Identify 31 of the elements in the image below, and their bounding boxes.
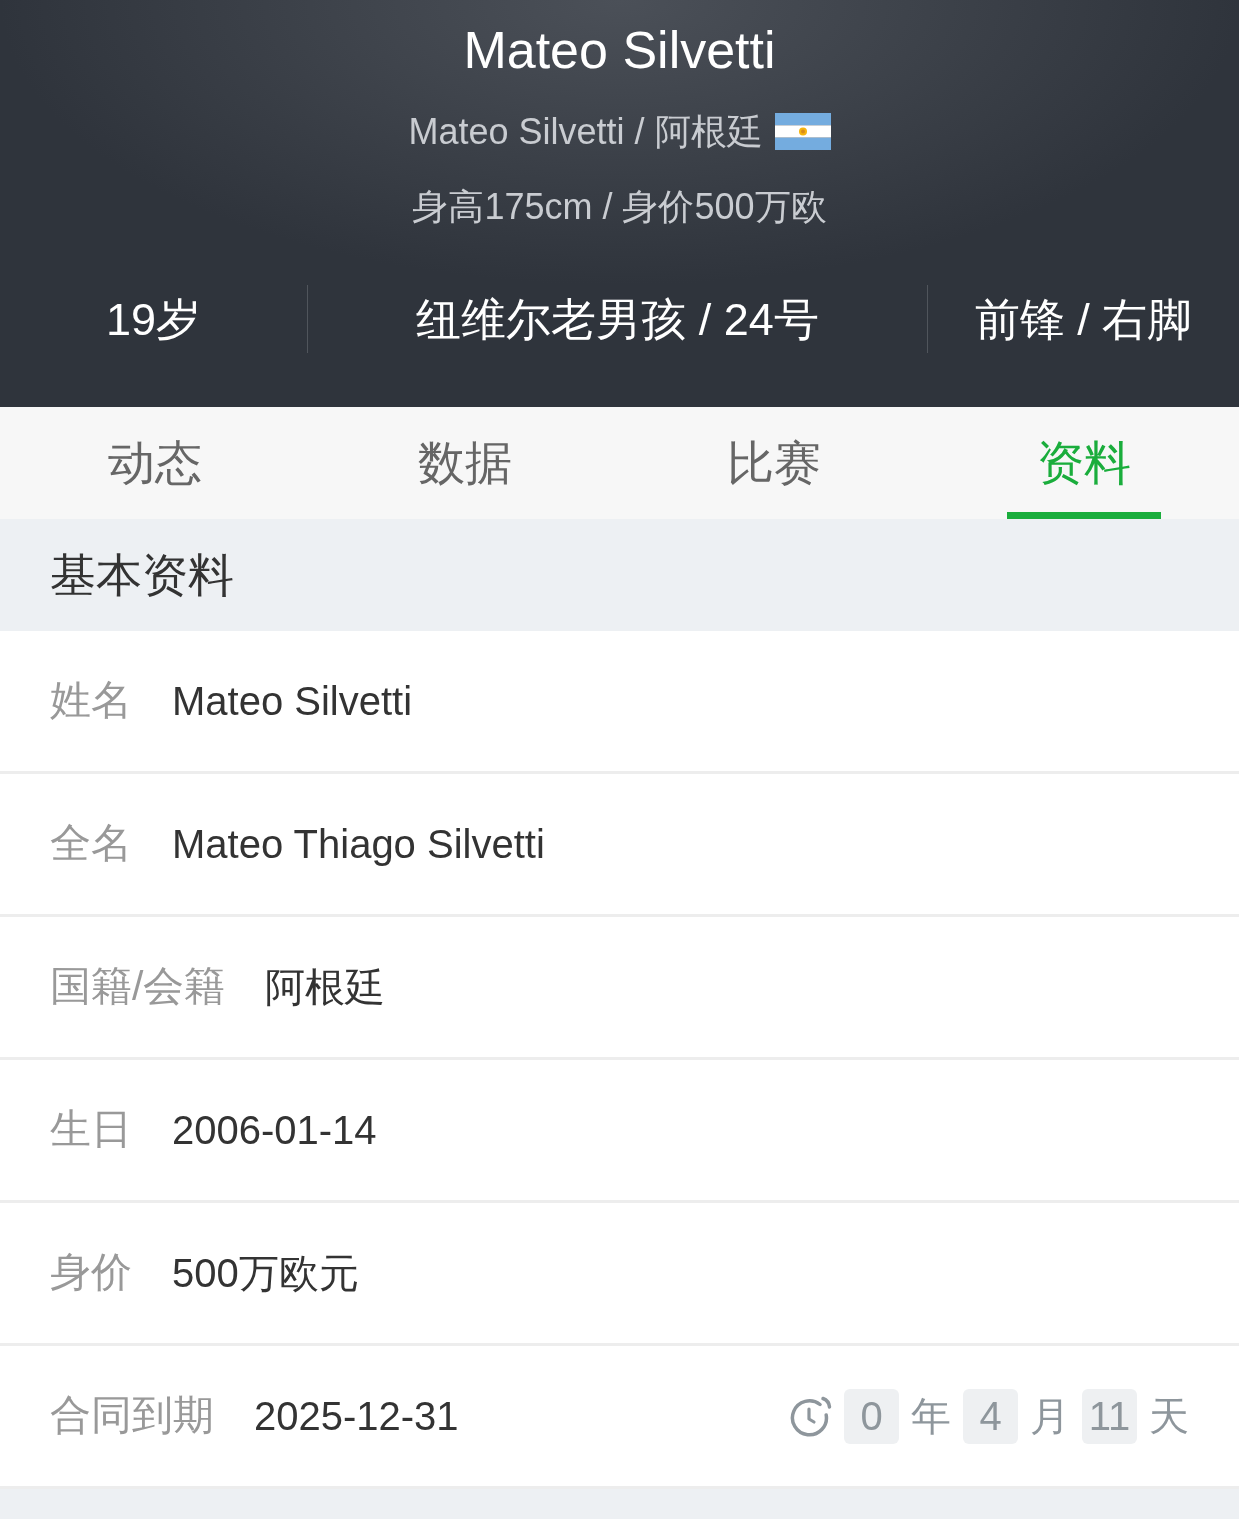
field-label: 身价 bbox=[50, 1248, 132, 1298]
stat-text: 纽维尔老男孩 / 24号 bbox=[416, 296, 819, 342]
countdown-number: 0 bbox=[844, 1388, 899, 1444]
countdown-number: 4 bbox=[963, 1388, 1018, 1444]
section-title: 基本资料 bbox=[50, 547, 234, 603]
player-name: Mateo Silvetti bbox=[463, 24, 776, 76]
field-label: 生日 bbox=[50, 1105, 132, 1155]
field-label: 合同到期 bbox=[50, 1391, 214, 1441]
countdown-unit: 年 bbox=[911, 1396, 951, 1436]
countdown-unit: 天 bbox=[1149, 1396, 1189, 1436]
countdown-number: 11 bbox=[1082, 1388, 1137, 1444]
stat-text: 19岁 bbox=[105, 296, 202, 342]
tab[interactable]: 动态 bbox=[0, 407, 310, 519]
field-value: 2025-12-31 bbox=[254, 1393, 459, 1440]
tab[interactable]: 数据 bbox=[309, 407, 620, 519]
field-value: 2006-01-14 bbox=[172, 1107, 377, 1154]
tab[interactable]: 比赛 bbox=[619, 407, 930, 519]
player-subtitle: Mateo Silvetti / 阿根廷 bbox=[408, 113, 763, 150]
tab[interactable]: 资料 bbox=[929, 407, 1239, 519]
field-value: 500万欧元 bbox=[172, 1250, 359, 1297]
field-value: Mateo Thiago Silvetti bbox=[172, 821, 545, 868]
field-label: 姓名 bbox=[50, 676, 132, 726]
player-details: 身高175cm / 身价500万欧 bbox=[412, 189, 827, 225]
countdown-unit: 月 bbox=[1030, 1396, 1070, 1436]
field-value: 阿根廷 bbox=[265, 964, 386, 1011]
field-label: 全名 bbox=[50, 819, 132, 869]
flag-icon bbox=[774, 113, 831, 150]
stat-text: 前锋 / 右脚 bbox=[974, 296, 1193, 342]
clock-icon bbox=[789, 1394, 832, 1438]
field-value: Mateo Silvetti bbox=[172, 678, 413, 725]
field-label: 国籍/会籍 bbox=[50, 962, 226, 1012]
